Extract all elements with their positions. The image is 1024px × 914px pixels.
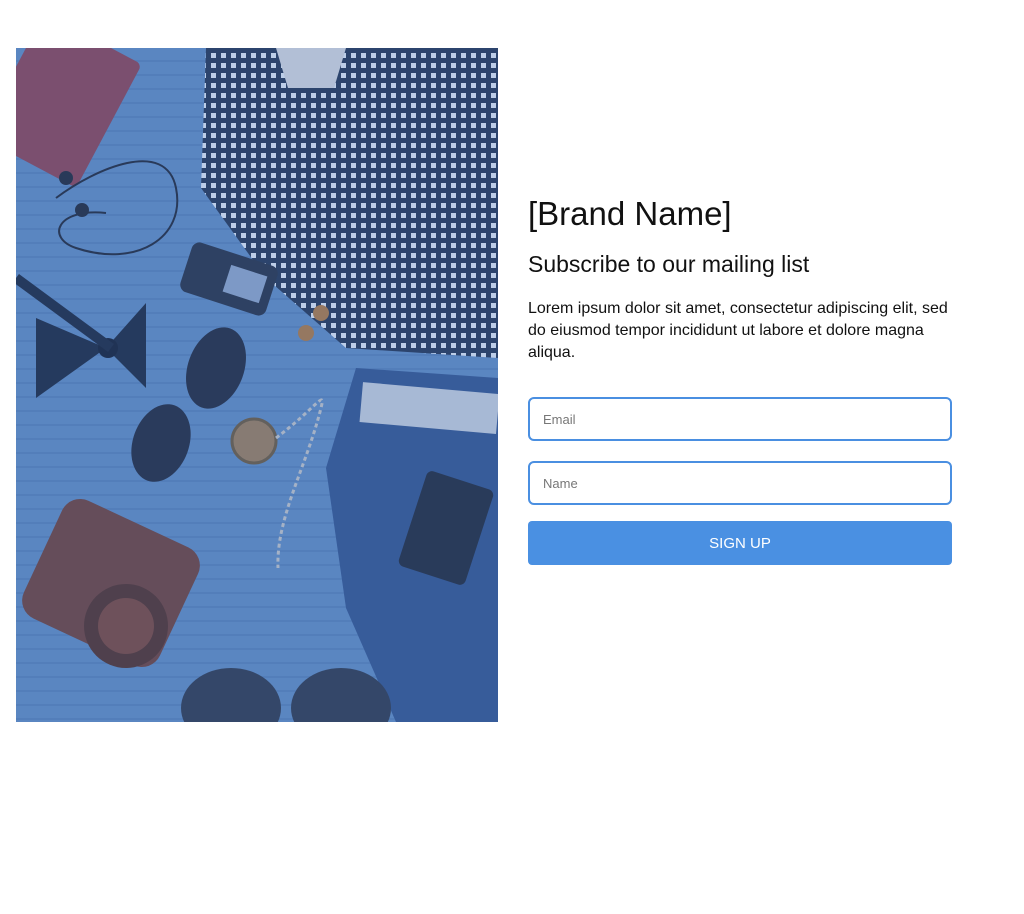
signup-form: SIGN UP	[528, 397, 952, 565]
subscribe-description: Lorem ipsum dolor sit amet, consectetur …	[528, 300, 948, 361]
brand-name: [Brand Name]	[528, 195, 732, 232]
subscribe-panel: [Brand Name] Subscribe to our mailing li…	[528, 190, 952, 565]
sign-up-button[interactable]: SIGN UP	[528, 521, 952, 565]
subscribe-heading: Subscribe to our mailing list	[528, 251, 810, 277]
hero-image	[16, 48, 498, 722]
email-input[interactable]	[528, 397, 952, 441]
name-input[interactable]	[528, 461, 952, 505]
